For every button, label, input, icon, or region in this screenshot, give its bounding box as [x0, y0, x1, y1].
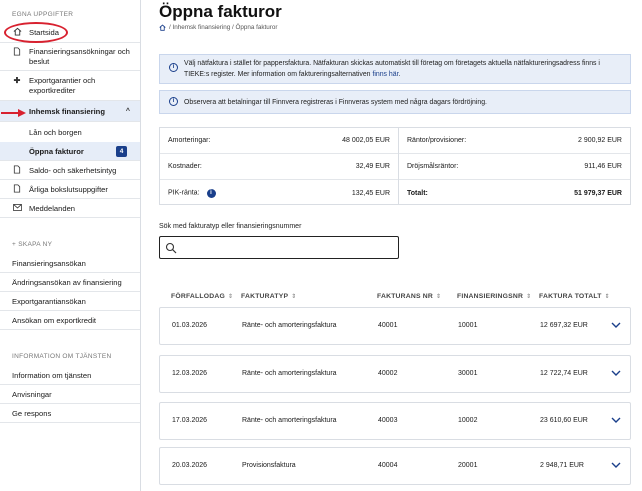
- main-content: Öppna fakturor / Inhemsk finansiering / …: [141, 0, 642, 491]
- table-row[interactable]: 01.03.2026 Ränte- och amorteringsfaktura…: [159, 307, 631, 345]
- einvoice-more-link[interactable]: finns här: [372, 71, 398, 78]
- sidebar-item-applications[interactable]: Finansieringsansökningar och beslut: [0, 43, 140, 71]
- annotation-ellipse: [4, 22, 68, 43]
- chevron-down-icon[interactable]: [610, 414, 622, 426]
- sort-icon: ⇕: [436, 294, 442, 300]
- page-title: Öppna fakturor: [159, 2, 282, 21]
- column-header-invoice-type[interactable]: FAKTURATYP ⇕: [241, 293, 296, 300]
- breadcrumb-path[interactable]: / Inhemsk finansiering / Öppna fakturor: [169, 24, 278, 31]
- column-header-financing-number[interactable]: FINANSIERINGSNR ⇕: [457, 293, 531, 300]
- table-row[interactable]: 17.03.2026 Ränte- och amorteringsfaktura…: [159, 402, 631, 440]
- chevron-down-icon[interactable]: [610, 459, 622, 471]
- sidebar-item-loans[interactable]: Lån och borgen: [0, 122, 140, 142]
- service-info-link[interactable]: Information om tjänsten: [0, 366, 140, 385]
- summary-interest: Räntor/provisioner: 2 900,92 EUR: [399, 128, 630, 154]
- sidebar-item-label: Finansieringsansökningar och beslut: [29, 47, 130, 66]
- section-own-data: EGNA UPPGIFTER: [12, 11, 74, 18]
- summary-pik: PIK-ränta: i 132,45 EUR: [168, 188, 390, 198]
- sidebar-item-balance-certificate[interactable]: Saldo- och säkerhetsintyg: [0, 161, 140, 180]
- sort-icon: ⇕: [291, 294, 297, 300]
- chevron-down-icon[interactable]: [610, 319, 622, 331]
- sidebar-item-label: Meddelanden: [29, 203, 76, 213]
- sidebar-item-label: Lån och borgen: [29, 127, 82, 137]
- table-row[interactable]: 20.03.2026 Provisionsfaktura 40004 20001…: [159, 447, 631, 485]
- search-input[interactable]: [182, 240, 392, 255]
- sort-icon: ⇕: [526, 294, 532, 300]
- payment-text: Observera att betalningar till Finnvera …: [184, 99, 487, 106]
- search-box[interactable]: [159, 236, 399, 259]
- chevron-up-icon: ^: [125, 107, 130, 115]
- document-icon: [11, 164, 23, 176]
- einvoice-notice: i Välj nätfaktura i stället för pappersf…: [159, 54, 631, 84]
- create-export-guarantee-application[interactable]: Exportgarantiansökan: [0, 292, 140, 311]
- home-icon[interactable]: [159, 24, 166, 31]
- mail-icon: [11, 203, 23, 213]
- sidebar-item-label: Exportgarantier och exportkrediter: [29, 76, 96, 95]
- summary-late-interest: Dröjsmålsräntor: 911,46 EUR: [399, 154, 630, 180]
- sidebar-item-export[interactable]: ✚ Exportgarantier och exportkrediter: [0, 71, 140, 101]
- sidebar-item-label: Inhemsk finansiering: [29, 106, 105, 116]
- count-badge: 4: [116, 145, 127, 157]
- document-icon: [11, 47, 23, 58]
- search-label: Sök med fakturatyp eller finansieringsnu…: [159, 223, 302, 230]
- summary-total: Totalt: 51 979,37 EUR: [407, 189, 622, 197]
- pik-info-icon[interactable]: i: [206, 188, 216, 198]
- table-row[interactable]: 12.03.2026 Ränte- och amorteringsfaktura…: [159, 355, 631, 393]
- summary-costs: Kostnader: 32,49 EUR: [160, 154, 398, 180]
- sidebar-item-label: Saldo- och säkerhetsintyg: [29, 165, 117, 175]
- create-change-application[interactable]: Ändringsansökan av finansiering: [0, 273, 140, 292]
- sidebar: EGNA UPPGIFTER Startsida Finansieringsan…: [0, 0, 141, 491]
- feedback-link[interactable]: Ge respons: [0, 404, 140, 423]
- section-service-info: INFORMATION OM TJÄNSTEN: [12, 353, 112, 360]
- sort-icon: ⇕: [227, 294, 234, 300]
- document-icon: [11, 183, 23, 195]
- info-icon: i: [169, 97, 178, 106]
- sidebar-item-label: Årliga bokslutsuppgifter: [29, 184, 108, 194]
- sidebar-item-label: Öppna fakturor: [29, 146, 84, 156]
- breadcrumb: / Inhemsk finansiering / Öppna fakturor: [159, 24, 278, 31]
- column-header-invoice-total[interactable]: FAKTURA TOTALT ⇕: [539, 293, 610, 300]
- chevron-down-icon[interactable]: [610, 367, 622, 379]
- payment-notice: i Observera att betalningar till Finnver…: [159, 90, 631, 114]
- column-header-invoice-number[interactable]: FAKTURANS NR ⇕: [377, 293, 441, 300]
- search-icon: [165, 242, 177, 254]
- export-icon: ✚: [13, 76, 21, 85]
- annotation-arrow-icon: [1, 109, 26, 117]
- column-header-due-date[interactable]: FÖRFALLODAG ⇕: [171, 293, 233, 300]
- sidebar-item-annual-accounts[interactable]: Årliga bokslutsuppgifter: [0, 180, 140, 199]
- create-export-credit-application[interactable]: Ansökan om exportkredit: [0, 311, 140, 330]
- create-financing-application[interactable]: Finansieringsansökan: [0, 254, 140, 273]
- instructions-link[interactable]: Anvisningar: [0, 385, 140, 404]
- sidebar-item-messages[interactable]: Meddelanden: [0, 199, 140, 218]
- sidebar-item-open-invoices[interactable]: Öppna fakturor 4: [0, 142, 140, 161]
- summary-amortization: Amorteringar: 48 002,05 EUR: [160, 128, 398, 154]
- info-icon: i: [169, 63, 178, 72]
- sort-icon: ⇕: [604, 294, 610, 300]
- section-create-new: + SKAPA NY: [12, 241, 53, 248]
- invoice-summary: Amorteringar: 48 002,05 EUR Räntor/provis…: [159, 127, 631, 205]
- einvoice-end: .: [398, 71, 401, 78]
